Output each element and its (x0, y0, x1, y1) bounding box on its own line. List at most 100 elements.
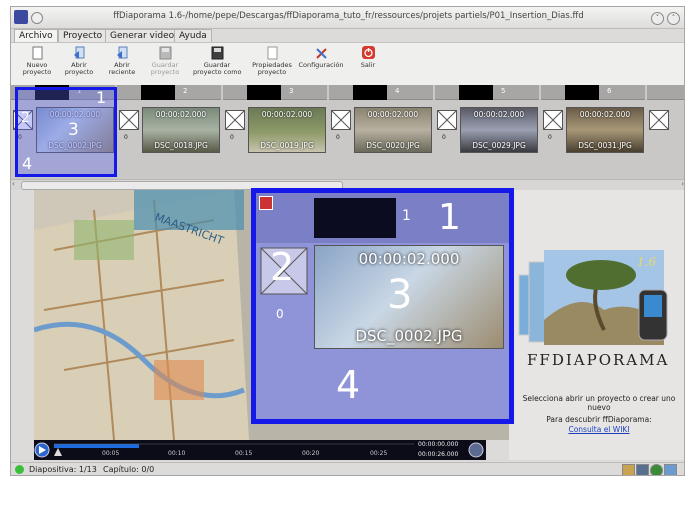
welcome-message-2: Para descubrir ffDiaporama: (546, 415, 652, 424)
transition-icon[interactable] (649, 110, 669, 130)
tick-5: 00:25 (370, 450, 388, 457)
zoom-music-track (314, 198, 396, 238)
transition-icon[interactable] (119, 110, 139, 130)
save-as-label: Guardar proyecto como (193, 61, 242, 76)
grid-icon[interactable] (636, 464, 649, 475)
slide-timecode: 00:00:02.000 (261, 110, 313, 119)
welcome-message: Selecciona abrir un proyecto o crear uno… (522, 394, 676, 412)
tools-icon (315, 48, 327, 59)
menu-bar: Archivo Proyecto Generar video Ayuda (11, 29, 684, 43)
minimize-icon[interactable]: ˅ (651, 12, 664, 25)
status-indicator-icon (15, 465, 24, 474)
configuration-button[interactable]: Configuración (298, 46, 344, 69)
zoom-callout: 1 1 2 0 00:00:02.000 DSC_0002.JPG 3 4 (251, 188, 514, 424)
open-recent-button[interactable]: Abrir reciente (106, 46, 138, 76)
slide-5[interactable]: 5 0 00:00:02.000 DSC_0029.JPG (435, 85, 539, 177)
annotation-3-zoom: 3 (387, 272, 413, 318)
project-properties-label: Propiedades proyecto (252, 61, 292, 76)
open-project-button[interactable]: Abrir proyecto (63, 46, 95, 76)
slide-timecode: 00:00:02.000 (367, 110, 419, 119)
toolbar: Nuevo proyecto Abrir proyecto Abrir reci… (11, 42, 684, 86)
zoom-icon[interactable] (664, 464, 677, 475)
slide-thumbnail[interactable]: 00:00:02.000 DSC_0031.JPG (566, 107, 644, 153)
player-bar[interactable]: 00:05 00:10 00:15 00:20 00:25 00:00:00.0… (34, 440, 486, 460)
slide-music-track (247, 85, 281, 100)
save-project-label: Guardar proyecto (150, 61, 180, 76)
welcome-panel: 1.6 FFDIAPORAMA Selecciona abrir un proy… (509, 190, 684, 460)
slide-4[interactable]: 4 0 00:00:02.000 DSC_0020.JPG (329, 85, 433, 177)
zoom-slide-number: 1 (402, 208, 411, 224)
transition-icon[interactable] (225, 110, 245, 130)
slide-timecode: 00:00:02.000 (473, 110, 525, 119)
slide-number: 2 (183, 87, 188, 95)
transition-icon[interactable] (437, 110, 457, 130)
folder-icon[interactable] (622, 464, 635, 475)
tick-4: 00:20 (302, 450, 320, 457)
refresh-icon[interactable] (650, 464, 663, 475)
maximize-icon[interactable]: ˄ (667, 12, 680, 25)
status-bar: Diapositiva: 1/13 Capítulo: 0/0 (11, 462, 684, 475)
wiki-link[interactable]: Consulta el WIKI (515, 425, 683, 434)
annotation-2: 2 (21, 110, 30, 126)
slide-music-track (565, 85, 599, 100)
music-icon (259, 196, 273, 210)
slide-thumbnail[interactable]: 00:00:02.000 DSC_0020.JPG (354, 107, 432, 153)
transition-duration: 0 (124, 134, 128, 141)
open-project-label: Abrir proyecto (64, 61, 94, 76)
window-title: ffDiaporama 1.6-/home/pepe/Descargas/ffD… (113, 11, 584, 21)
title-bar: ffDiaporama 1.6-/home/pepe/Descargas/ffD… (11, 7, 684, 29)
exit-button[interactable]: Salir (356, 46, 380, 69)
slide-3[interactable]: 3 0 00:00:02.000 DSC_0019.JPG (223, 85, 327, 177)
transition-icon[interactable] (331, 110, 351, 130)
slide-6[interactable]: 6 0 00:00:02.000 DSC_0031.JPG (541, 85, 645, 177)
tab-generar-video[interactable]: Generar video (105, 29, 180, 43)
scroll-right-icon[interactable]: › (681, 180, 684, 188)
annotation-4-zoom: 4 (336, 363, 361, 407)
save-as-button[interactable]: Guardar proyecto como (193, 46, 242, 76)
slide-thumbnail[interactable]: 00:00:02.000 DSC_0029.JPG (460, 107, 538, 153)
new-file-icon (32, 46, 42, 60)
slide-number: 4 (395, 87, 400, 95)
zoom-filename: DSC_0002.JPG (355, 327, 463, 345)
ffdiaporama-logo: 1.6 FFDIAPORAMA (518, 250, 669, 369)
tick-2: 00:10 (168, 450, 186, 457)
annotation-2-zoom: 2 (270, 245, 295, 289)
current-time: 00:00:00.000 (418, 441, 459, 448)
properties-icon (267, 46, 277, 60)
open-icon (73, 46, 84, 59)
new-project-label: Nuevo proyecto (22, 61, 52, 76)
configuration-label: Configuración (298, 61, 344, 69)
slide-music-track (459, 85, 493, 100)
slide-7-partial[interactable] (647, 85, 684, 177)
total-time: 00:00:26.000 (418, 451, 459, 458)
slide-music-track (141, 85, 175, 100)
chapter-counter: Capítulo: 0/0 (103, 465, 155, 474)
transition-icon[interactable] (543, 110, 563, 130)
slide-music-track (353, 85, 387, 100)
tick-3: 00:15 (235, 450, 253, 457)
open-recent-icon (116, 46, 127, 59)
logo-text: FFDIAPORAMA (527, 351, 669, 369)
slide-header (647, 85, 684, 100)
annotation-1: 1 (96, 88, 107, 107)
tab-archivo[interactable]: Archivo (14, 29, 58, 43)
tick-1: 00:05 (102, 450, 120, 457)
timeline[interactable]: 1 0 00:00:02.000 DSC_0002.JPG 2 0 00:00:… (11, 85, 684, 179)
tab-proyecto[interactable]: Proyecto (58, 29, 108, 43)
slide-filename: DSC_0020.JPG (366, 141, 420, 150)
slide-thumbnail[interactable]: 00:00:02.000 DSC_0018.JPG (142, 107, 220, 153)
slide-timecode: 00:00:02.000 (155, 110, 207, 119)
power-icon (361, 46, 375, 59)
zoom-thumbnail[interactable]: 00:00:02.000 DSC_0002.JPG 3 (314, 245, 504, 349)
slide-filename: DSC_0029.JPG (472, 141, 526, 150)
scroll-left-icon[interactable]: ‹ (12, 180, 15, 188)
slide-2[interactable]: 2 0 00:00:02.000 DSC_0018.JPG (117, 85, 221, 177)
version-label: 1.6 (637, 255, 656, 269)
project-properties-button[interactable]: Propiedades proyecto (251, 46, 293, 76)
save-as-icon (211, 46, 223, 60)
slide-number: 3 (289, 87, 294, 95)
tab-ayuda[interactable]: Ayuda (174, 29, 212, 43)
save-project-button[interactable]: Guardar proyecto (148, 46, 182, 76)
new-project-button[interactable]: Nuevo proyecto (21, 46, 53, 76)
slide-thumbnail[interactable]: 00:00:02.000 DSC_0019.JPG (248, 107, 326, 153)
